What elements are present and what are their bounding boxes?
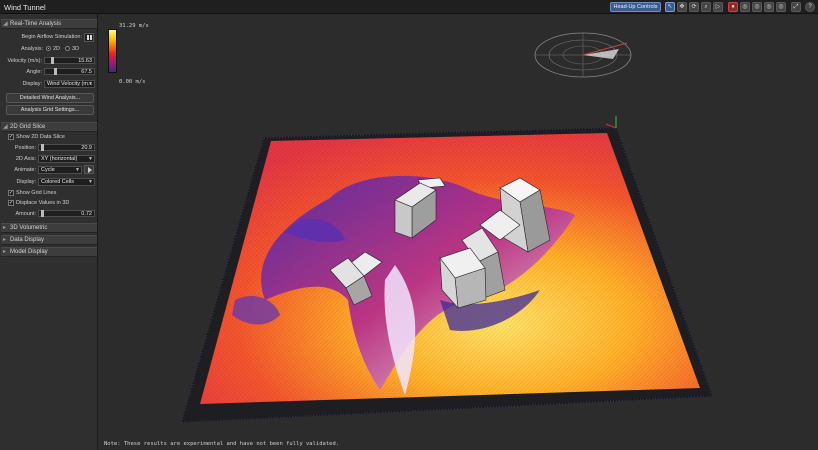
chevron-down-icon: ▼ bbox=[88, 179, 93, 185]
expand-icon: ▸ bbox=[3, 237, 7, 243]
amount-slider-knob[interactable] bbox=[41, 210, 44, 217]
footer-note: Note: These results are experimental and… bbox=[104, 441, 340, 447]
velocity-value: 15.63 bbox=[78, 58, 92, 64]
window-title: Wind Tunnel bbox=[4, 3, 46, 12]
section-3d-volumetric[interactable]: ▸ 3D Volumetric bbox=[1, 223, 97, 233]
section-title: 3D Volumetric bbox=[10, 225, 48, 231]
record-icon[interactable]: ● bbox=[728, 2, 738, 12]
title-bar: Wind Tunnel Head-Up Controls ↖ ✥ ⟳ ⌕ ▷ ●… bbox=[0, 0, 818, 14]
3d-viewport[interactable]: 31.29 m/s 0.00 m/s Note: These results a… bbox=[99, 15, 818, 450]
pan-icon[interactable]: ✥ bbox=[677, 2, 687, 12]
view-icon[interactable]: ◎ bbox=[752, 2, 762, 12]
head-up-controls-button[interactable]: Head-Up Controls bbox=[610, 2, 661, 12]
angle-slider-knob[interactable] bbox=[54, 68, 57, 75]
chevron-down-icon: ▼ bbox=[88, 81, 93, 87]
scale-min-label: 0.00 m/s bbox=[119, 79, 146, 85]
pause-simulation-button[interactable] bbox=[84, 33, 94, 42]
angle-label: Angle: bbox=[26, 69, 42, 75]
expand-icon: ▸ bbox=[3, 225, 7, 231]
analysis-label: Analysis: bbox=[20, 46, 43, 52]
axis-value: XY (horizontal) bbox=[41, 156, 78, 162]
detailed-wind-analysis-button[interactable]: Detailed Wind Analysis... bbox=[6, 93, 94, 103]
analysis-2d-label: 2D bbox=[53, 46, 61, 52]
position-label: Position: bbox=[14, 145, 36, 151]
analysis-3d-label: 3D bbox=[72, 46, 80, 52]
play-icon[interactable]: ▷ bbox=[713, 2, 723, 12]
show-slice-checkbox[interactable]: ✓ bbox=[8, 134, 14, 140]
position-slider-knob[interactable] bbox=[41, 144, 44, 151]
pointer-icon[interactable]: ↖ bbox=[665, 2, 675, 12]
play-animation-button[interactable] bbox=[84, 165, 94, 174]
chevron-down-icon: ▼ bbox=[75, 167, 80, 173]
show-slice-label: Show 2D Data Slice bbox=[16, 134, 65, 140]
angle-value: 67.5 bbox=[81, 69, 92, 75]
section-model-display[interactable]: ▸ Model Display bbox=[1, 247, 97, 257]
analysis-grid-settings-button[interactable]: Analysis Grid Settings... bbox=[6, 105, 94, 115]
help-icon[interactable]: ? bbox=[805, 2, 815, 12]
axis-dropdown[interactable]: XY (horizontal) ▼ bbox=[38, 155, 95, 163]
fit-icon[interactable]: ⤢ bbox=[791, 2, 801, 12]
view-icon[interactable]: ◎ bbox=[764, 2, 774, 12]
amount-slider[interactable]: 0.72 bbox=[38, 210, 95, 217]
zoom-icon[interactable]: ⌕ bbox=[701, 2, 711, 12]
amount-label: Amount: bbox=[15, 211, 36, 217]
velocity-slider-knob[interactable] bbox=[51, 57, 54, 64]
position-value: 20.9 bbox=[81, 145, 92, 151]
collapse-icon: ◢ bbox=[3, 21, 8, 27]
displace-values-checkbox[interactable]: ✓ bbox=[8, 200, 14, 206]
slice-display-label: Display: bbox=[16, 179, 36, 185]
grid-lines-label: Show Grid Lines bbox=[16, 190, 57, 196]
orbit-icon[interactable]: ⟳ bbox=[689, 2, 699, 12]
amount-value: 0.72 bbox=[81, 211, 92, 217]
wind-simulation-scene bbox=[181, 32, 713, 423]
animate-value: Cycle bbox=[41, 167, 55, 173]
analysis-3d-radio[interactable] bbox=[65, 46, 70, 51]
slice-display-dropdown[interactable]: Colored Cells ▼ bbox=[38, 178, 95, 186]
chevron-down-icon: ▼ bbox=[88, 156, 93, 162]
section-data-display[interactable]: ▸ Data Display bbox=[1, 235, 97, 245]
section-realtime-analysis[interactable]: ◢ Real-Time Analysis bbox=[1, 19, 97, 29]
velocity-label: Velocity (m/s): bbox=[7, 58, 42, 64]
compass-widget[interactable] bbox=[534, 32, 632, 78]
scale-max-label: 31.29 m/s bbox=[119, 23, 149, 29]
position-slider[interactable]: 20.9 bbox=[38, 144, 95, 151]
analysis-2d-radio[interactable] bbox=[46, 46, 51, 51]
angle-slider[interactable]: 67.5 bbox=[44, 68, 95, 75]
axis-label: 2D Axis: bbox=[15, 156, 36, 162]
velocity-color-scale bbox=[108, 29, 117, 73]
section-title: Real-Time Analysis bbox=[10, 21, 62, 27]
display-label: Display: bbox=[22, 81, 42, 87]
animate-dropdown[interactable]: Cycle ▼ bbox=[38, 166, 82, 174]
section-title: Model Display bbox=[10, 249, 48, 255]
collapse-icon: ◢ bbox=[3, 124, 8, 130]
section-title: Data Display bbox=[10, 237, 45, 243]
displace-values-label: Displace Values in 3D bbox=[16, 200, 70, 206]
section-title: 2D Grid Slice bbox=[10, 124, 46, 130]
grid-lines-checkbox[interactable]: ✓ bbox=[8, 190, 14, 196]
begin-simulation-label: Begin Airflow Simulation: bbox=[21, 34, 82, 40]
animate-label: Animate: bbox=[14, 167, 36, 173]
section-2d-grid-slice[interactable]: ◢ 2D Grid Slice bbox=[1, 122, 97, 132]
slice-display-value: Colored Cells bbox=[41, 179, 75, 185]
expand-icon: ▸ bbox=[3, 249, 7, 255]
view-icon[interactable]: ◎ bbox=[740, 2, 750, 12]
view-icon[interactable]: ◎ bbox=[776, 2, 786, 12]
velocity-slider[interactable]: 15.63 bbox=[44, 57, 95, 64]
axis-gizmo bbox=[605, 116, 617, 129]
display-value: Wind Velocity (m... bbox=[47, 81, 93, 87]
display-dropdown[interactable]: Wind Velocity (m... ▼ bbox=[44, 80, 95, 88]
